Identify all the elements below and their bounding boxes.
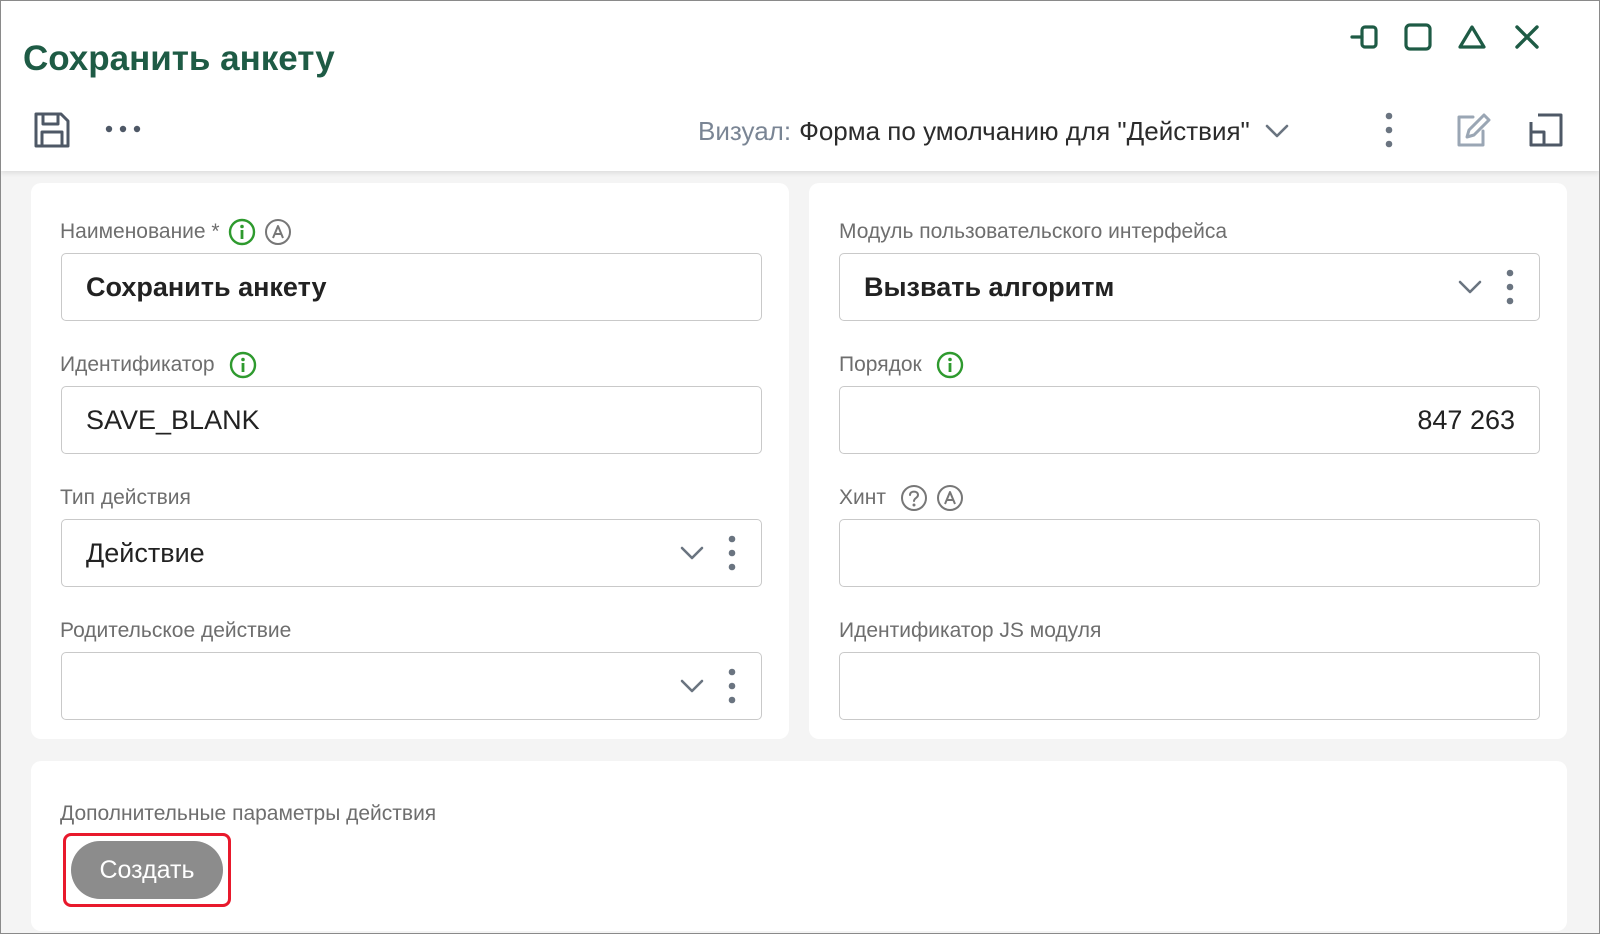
js-module-label-text: Идентификатор JS модуля xyxy=(839,619,1102,642)
extra-params-label: Дополнительные параметры действия xyxy=(60,798,436,830)
visual-label: Визуал: xyxy=(698,115,792,146)
help-icon[interactable] xyxy=(900,484,928,512)
pin-icon[interactable] xyxy=(1349,19,1385,55)
parent-action-select[interactable] xyxy=(61,652,762,720)
ui-module-select[interactable]: Вызвать алгоритм xyxy=(839,253,1540,321)
more-vertical-icon[interactable] xyxy=(1377,109,1401,151)
parent-action-label: Родительское действие xyxy=(60,615,291,647)
collapse-icon[interactable] xyxy=(1454,19,1490,55)
save-icon[interactable] xyxy=(29,107,75,153)
dialog-title: Сохранить анкету xyxy=(23,39,335,78)
action-type-select[interactable]: Действие xyxy=(61,519,762,587)
visual-selector[interactable]: Визуал: Форма по умолчанию для "Действия… xyxy=(698,113,1290,149)
order-field[interactable]: 847 263 xyxy=(839,386,1540,454)
ui-module-label-text: Модуль пользовательского интерфейса xyxy=(839,220,1228,243)
more-horizontal-icon[interactable] xyxy=(101,113,145,145)
chevron-down-icon[interactable] xyxy=(679,678,705,694)
identifier-label: Идентификатор xyxy=(60,349,257,381)
name-label-text: Наименование * xyxy=(60,220,220,243)
auto-translate-icon[interactable] xyxy=(936,484,964,512)
action-type-label-text: Тип действия xyxy=(60,486,191,509)
info-icon[interactable] xyxy=(228,218,256,246)
more-vertical-icon[interactable] xyxy=(727,534,737,572)
chevron-down-icon[interactable] xyxy=(1457,279,1483,295)
auto-translate-icon[interactable] xyxy=(264,218,292,246)
name-label: Наименование * xyxy=(60,216,292,248)
hint-field[interactable] xyxy=(839,519,1540,587)
info-icon[interactable] xyxy=(229,351,257,379)
order-label-text: Порядок xyxy=(839,353,922,376)
dialog-window: Сохранить анкету Визуал: Форма по умолча… xyxy=(0,0,1600,934)
js-module-field[interactable] xyxy=(839,652,1540,720)
order-value: 847 263 xyxy=(1417,404,1515,435)
create-button[interactable]: Создать xyxy=(71,841,223,899)
chevron-down-icon[interactable] xyxy=(1264,123,1290,139)
action-type-label: Тип действия xyxy=(60,482,191,514)
layout-icon[interactable] xyxy=(1523,107,1569,153)
parent-action-label-text: Родительское действие xyxy=(60,619,292,642)
hint-label-text: Хинт xyxy=(839,486,886,509)
dialog-header: Сохранить анкету Визуал: Форма по умолча… xyxy=(1,1,1599,171)
close-icon[interactable] xyxy=(1509,19,1545,55)
highlight-frame: Создать xyxy=(63,833,231,907)
identifier-label-text: Идентификатор xyxy=(60,353,215,376)
name-value: Сохранить анкету xyxy=(86,271,327,302)
more-vertical-icon[interactable] xyxy=(1505,268,1515,306)
js-module-label: Идентификатор JS модуля xyxy=(839,615,1101,647)
maximize-icon[interactable] xyxy=(1400,19,1436,55)
order-label: Порядок xyxy=(839,349,964,381)
visual-value: Форма по умолчанию для "Действия" xyxy=(799,115,1250,146)
identifier-value: SAVE_BLANK xyxy=(86,404,260,435)
info-icon[interactable] xyxy=(936,351,964,379)
hint-label: Хинт xyxy=(839,482,964,514)
edit-icon[interactable] xyxy=(1449,107,1495,153)
extra-params-label-text: Дополнительные параметры действия xyxy=(60,802,437,825)
name-field[interactable]: Сохранить анкету xyxy=(61,253,762,321)
more-vertical-icon[interactable] xyxy=(727,667,737,705)
extra-params-panel xyxy=(31,761,1567,931)
identifier-field[interactable]: SAVE_BLANK xyxy=(61,386,762,454)
ui-module-value: Вызвать алгоритм xyxy=(864,271,1115,302)
ui-module-label: Модуль пользовательского интерфейса xyxy=(839,216,1227,248)
chevron-down-icon[interactable] xyxy=(679,545,705,561)
action-type-value: Действие xyxy=(86,537,205,568)
